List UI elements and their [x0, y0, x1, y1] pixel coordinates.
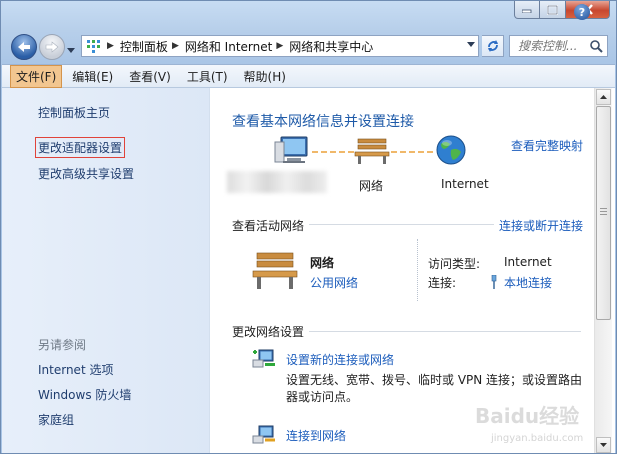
recent-pages-button[interactable]	[67, 42, 75, 56]
page-heading: 查看基本网络信息并设置连接	[232, 114, 414, 130]
section-divider	[309, 331, 581, 332]
access-type-value: Internet	[504, 255, 552, 269]
network-bench-icon	[354, 138, 390, 164]
search-input[interactable]	[516, 38, 590, 54]
forward-button[interactable]	[39, 34, 65, 60]
internet-globe-icon	[436, 135, 466, 165]
menu-edit[interactable]: 编辑(E)	[66, 65, 119, 88]
minimize-button[interactable]	[514, 1, 540, 19]
view-full-map-link[interactable]: 查看完整映射	[511, 137, 583, 154]
scroll-grip-line	[600, 214, 607, 215]
maximize-button[interactable]	[540, 1, 566, 19]
scroll-grip-line	[600, 208, 607, 209]
section-divider	[309, 224, 494, 225]
refresh-button[interactable]	[482, 35, 504, 57]
chevron-down-icon	[67, 48, 75, 53]
computer-name-redacted	[227, 171, 327, 193]
internet-options-link[interactable]: Internet 选项	[38, 361, 113, 378]
network-center-icon	[87, 40, 100, 53]
windows-firewall-link[interactable]: Windows 防火墙	[38, 386, 131, 403]
connect-to-network-link[interactable]: 连接到网络	[286, 427, 346, 444]
minimize-icon	[522, 9, 532, 13]
access-type-label: 访问类型:	[428, 257, 481, 271]
map-internet-label: Internet	[441, 177, 489, 191]
network-sharing-center-window: ▶ 控制面板 ▶ 网络和 Internet ▶ 网络和共享中心 文件(F) 编辑…	[0, 0, 617, 454]
svg-text:Baidu经验: Baidu经验	[475, 404, 579, 428]
breadcrumb-control-panel[interactable]: 控制面板	[120, 38, 168, 55]
control-panel-home-link[interactable]: 控制面板主页	[38, 104, 110, 121]
change-settings-heading: 更改网络设置	[232, 325, 305, 339]
task-pane: 控制面板主页 更改适配器设置 更改高级共享设置 另请参阅 Internet 选项…	[2, 88, 210, 453]
computer-icon	[274, 136, 308, 163]
maximize-icon	[547, 4, 558, 15]
network-type-link[interactable]: 公用网络	[310, 274, 358, 291]
network-name: 网络	[310, 256, 335, 270]
breadcrumb-network-sharing-center[interactable]: 网络和共享中心	[289, 38, 373, 55]
change-adapter-settings-link[interactable]: 更改适配器设置	[35, 137, 126, 158]
search-icon[interactable]	[589, 39, 603, 53]
see-also-heading: 另请参阅	[38, 338, 87, 352]
address-dropdown-icon[interactable]	[467, 42, 475, 47]
arrow-right-icon	[45, 41, 59, 53]
address-bar[interactable]: ▶ 控制面板 ▶ 网络和 Internet ▶ 网络和共享中心	[81, 35, 479, 57]
connect-to-network-icon	[252, 425, 275, 444]
vertical-divider	[417, 239, 419, 301]
change-advanced-sharing-link[interactable]: 更改高级共享设置	[38, 165, 134, 182]
refresh-icon	[487, 40, 498, 52]
setup-new-connection-link[interactable]: 设置新的连接或网络	[286, 351, 394, 368]
connect-disconnect-link[interactable]: 连接或断开连接	[499, 217, 583, 234]
menu-file[interactable]: 文件(F)	[10, 64, 63, 88]
baidu-watermark-logo: Baidu经验 jingyan.baidu.com	[475, 404, 583, 444]
arrow-left-icon	[18, 42, 30, 52]
map-connector-line	[312, 151, 354, 154]
scroll-up-arrow-icon	[600, 95, 607, 99]
search-box[interactable]	[509, 35, 608, 57]
active-networks-heading: 查看活动网络	[232, 219, 305, 233]
window-controls	[514, 1, 610, 19]
map-connector-line	[391, 151, 433, 154]
svg-text:jingyan.baidu.com: jingyan.baidu.com	[490, 433, 583, 444]
ethernet-connection-icon	[491, 275, 497, 289]
breadcrumb-separator-icon[interactable]: ▶	[276, 41, 283, 51]
navigation-bar: ▶ 控制面板 ▶ 网络和 Internet ▶ 网络和共享中心	[7, 32, 612, 62]
homegroup-link[interactable]: 家庭组	[38, 411, 74, 428]
scrollbar-thumb[interactable]	[596, 106, 611, 320]
menu-tools[interactable]: 工具(T)	[181, 65, 234, 88]
breadcrumb-network-internet[interactable]: 网络和 Internet	[185, 38, 272, 55]
help-icon[interactable]: ?	[574, 4, 590, 20]
map-network-label: 网络	[359, 179, 384, 193]
menu-help[interactable]: 帮助(H)	[238, 65, 292, 88]
breadcrumb-separator-icon[interactable]: ▶	[172, 41, 179, 51]
local-connection-link[interactable]: 本地连接	[504, 274, 552, 291]
breadcrumb-separator-icon: ▶	[107, 41, 114, 51]
back-button[interactable]	[11, 34, 37, 60]
new-connection-icon	[252, 349, 275, 368]
connections-label: 连接:	[428, 276, 457, 290]
menu-view[interactable]: 查看(V)	[123, 65, 177, 88]
scroll-grip-line	[600, 211, 607, 212]
network-bench-icon	[252, 252, 298, 289]
scroll-up-button[interactable]	[596, 89, 611, 105]
menu-bar: 文件(F) 编辑(E) 查看(V) 工具(T) 帮助(H)	[2, 64, 615, 88]
